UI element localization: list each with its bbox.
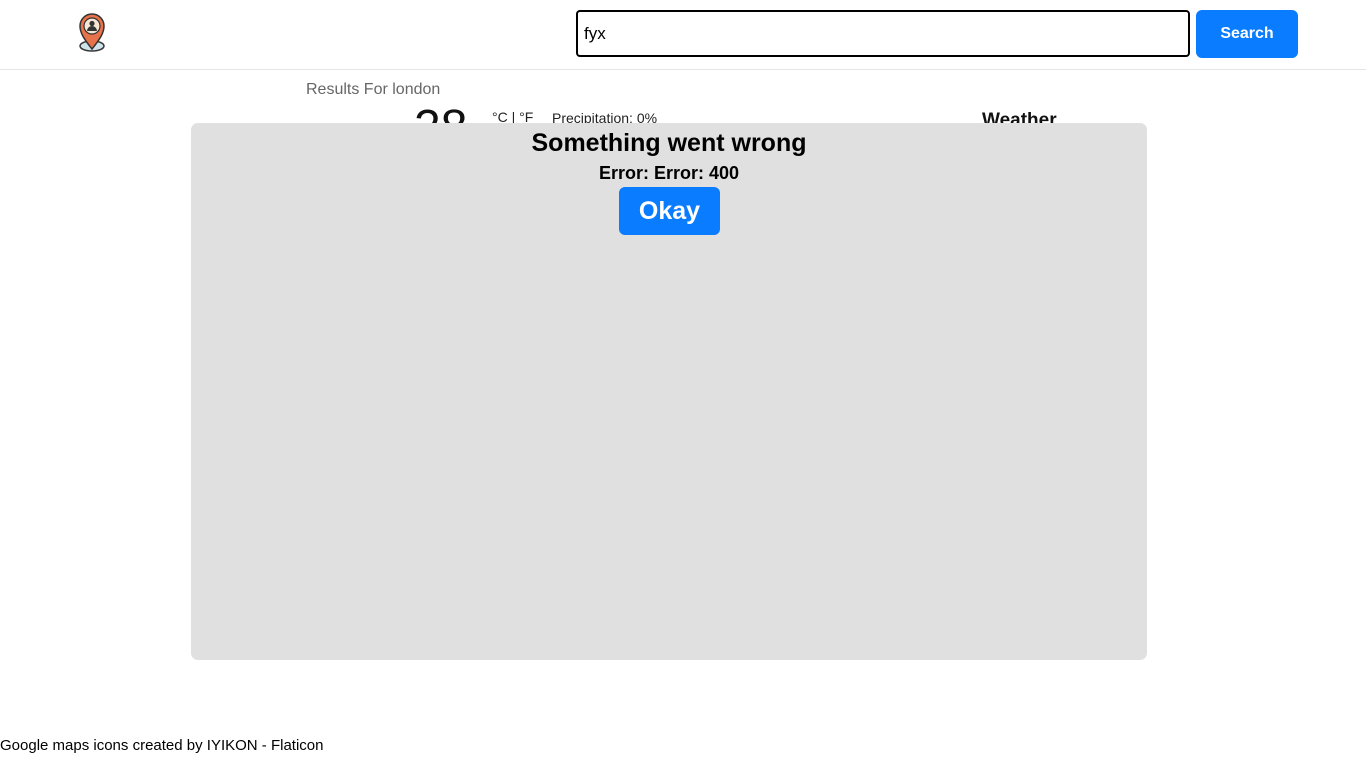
weather-summary: ☁ 28 °C | °F Precipitation: 0% Weather — [300, 104, 1080, 124]
footer-attribution: Google maps icons created by IYIKON - Fl… — [0, 737, 324, 754]
modal-title: Something went wrong — [531, 129, 807, 157]
search-input[interactable] — [576, 10, 1190, 57]
temperature-unit-toggle[interactable]: °C | °F — [492, 109, 533, 124]
results-label: Results For london — [306, 81, 441, 98]
error-modal: Something went wrong Error: Error: 400 O… — [191, 123, 1147, 660]
temperature-value: 28 — [414, 104, 467, 124]
weather-heading: Weather — [982, 110, 1057, 124]
header: Search — [0, 0, 1366, 70]
map-pin-person-icon[interactable] — [74, 12, 110, 54]
modal-error-message: Error: Error: 400 — [598, 163, 740, 183]
page: Search Results For london ☁ 28 °C | °F P… — [0, 0, 1366, 768]
search-button[interactable]: Search — [1196, 10, 1298, 58]
okay-button[interactable]: Okay — [619, 187, 720, 235]
precipitation-text: Precipitation: 0% — [552, 110, 658, 124]
